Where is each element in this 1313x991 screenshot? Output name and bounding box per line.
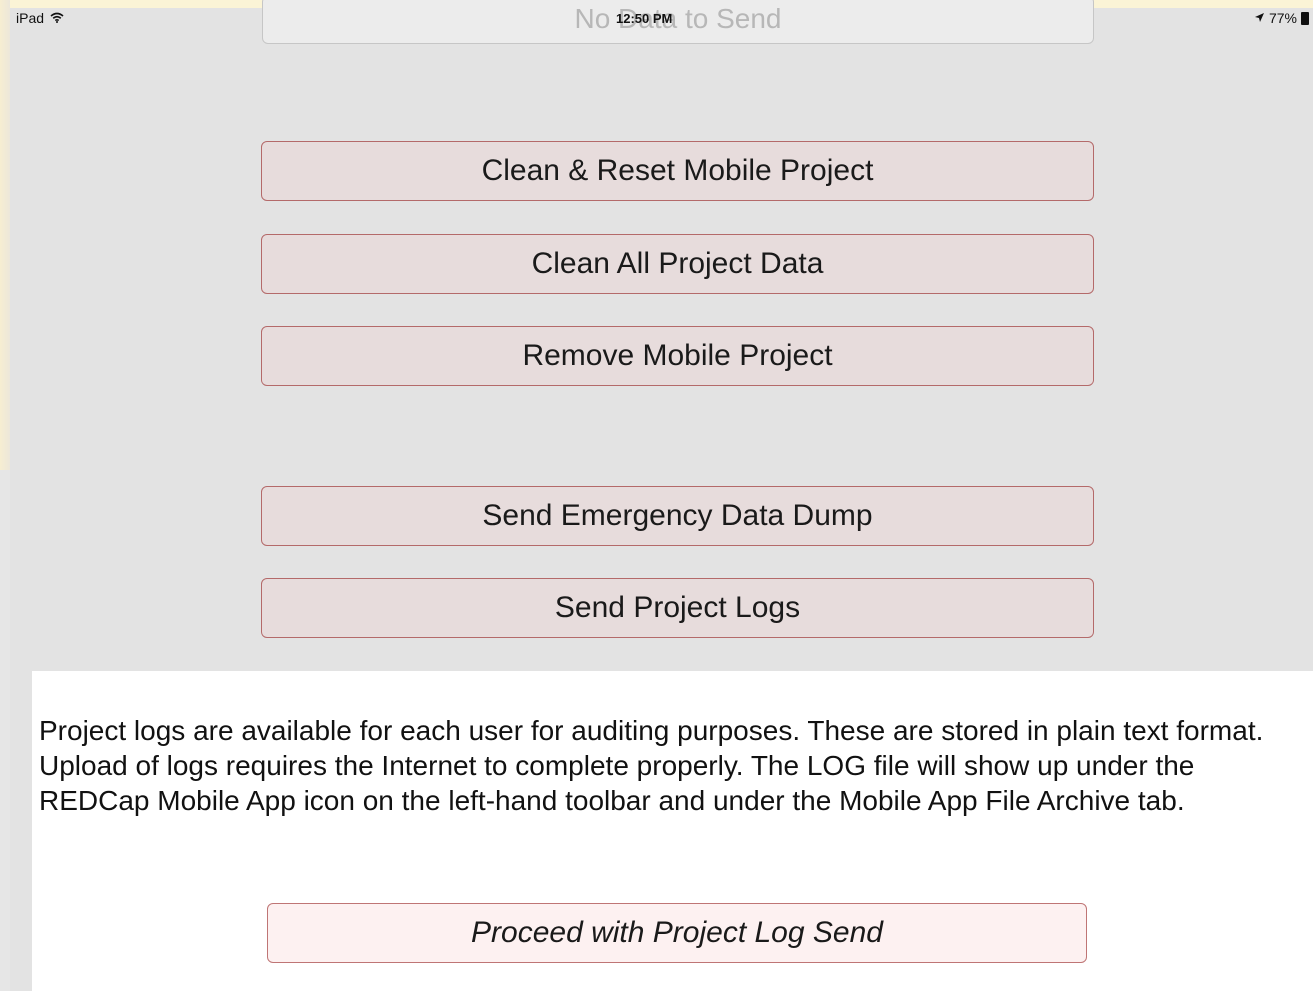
clean-reset-mobile-project-button[interactable]: Clean & Reset Mobile Project: [261, 141, 1094, 201]
send-emergency-data-dump-button[interactable]: Send Emergency Data Dump: [261, 486, 1094, 546]
proceed-log-send-button[interactable]: Proceed with Project Log Send: [267, 903, 1087, 963]
left-highlight-edge: [0, 0, 10, 470]
wifi-icon: [50, 10, 64, 26]
clean-all-project-data-button[interactable]: Clean All Project Data: [261, 234, 1094, 294]
left-edge: [0, 470, 10, 991]
location-arrow-icon: [1254, 10, 1265, 26]
send-project-logs-button[interactable]: Send Project Logs: [261, 578, 1094, 638]
project-log-info-panel: Project logs are available for each user…: [32, 671, 1313, 991]
project-log-description: Project logs are available for each user…: [39, 715, 1264, 816]
remove-mobile-project-button[interactable]: Remove Mobile Project: [261, 326, 1094, 386]
battery-percent: 77%: [1268, 10, 1297, 26]
status-bar-right: 77%: [1254, 10, 1309, 26]
status-time: 12:50 PM: [616, 11, 673, 26]
battery-icon: [1301, 11, 1309, 25]
device-label: iPad: [16, 10, 45, 26]
status-bar-left: iPad: [16, 10, 64, 26]
no-data-status-field: No Data to Send: [262, 0, 1094, 44]
